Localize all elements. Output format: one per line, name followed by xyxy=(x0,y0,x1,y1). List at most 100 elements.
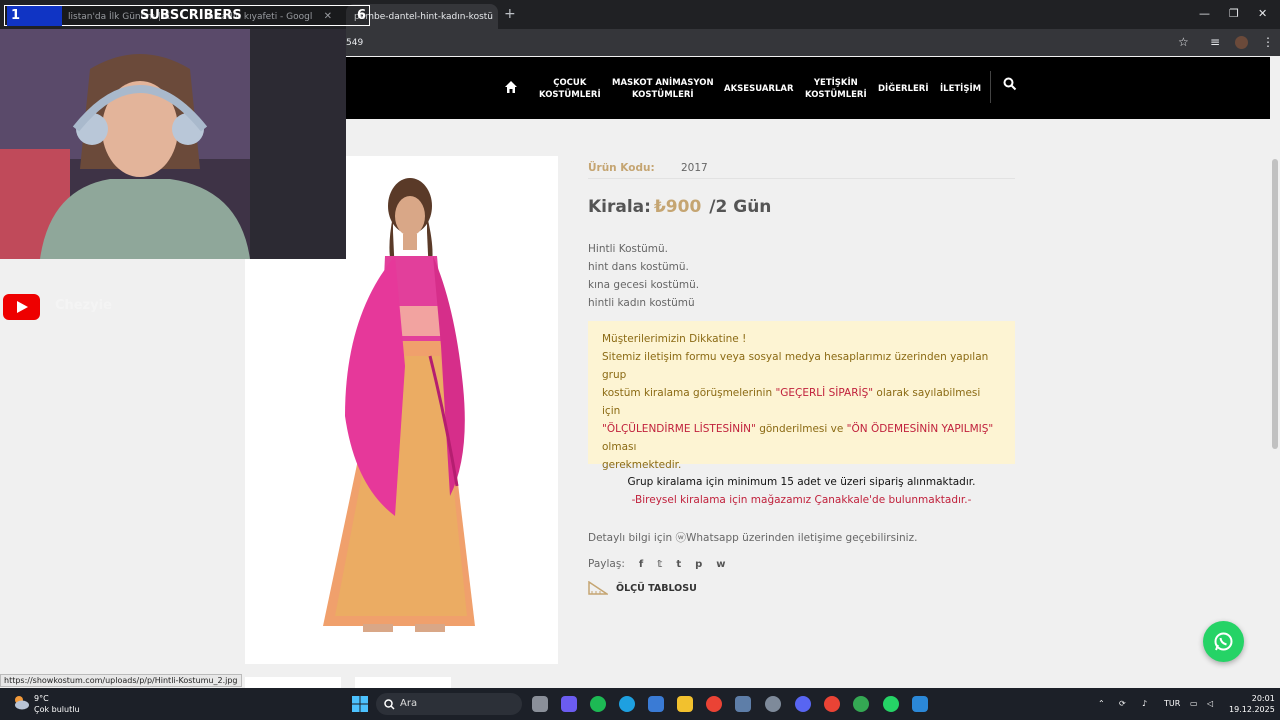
notice-highlight: "ÖLÇÜLENDİRME LİSTESİNİN" xyxy=(602,423,756,435)
app-icon[interactable] xyxy=(765,696,781,712)
language-indicator[interactable]: TUR xyxy=(1164,699,1180,708)
whatsapp-share-icon[interactable]: w xyxy=(716,559,725,570)
tab-title: pembe-dantel-hint-kadın-kostü xyxy=(354,11,493,22)
status-bar-url: https://showkostum.com/uploads/p/p/Hintl… xyxy=(0,674,242,687)
minimize-icon[interactable]: — xyxy=(1199,7,1210,20)
whatsapp-contact-text[interactable]: Detaylı bilgi için ⓦWhatsapp üzerinden i… xyxy=(588,530,917,545)
restore-icon[interactable]: ❐ xyxy=(1229,7,1239,20)
chrome-icon[interactable] xyxy=(706,696,722,712)
price-amount: ₺900 xyxy=(653,197,702,217)
notice-title: Müşterilerimizin Dikkatine ! xyxy=(602,333,747,345)
webcam-feed xyxy=(0,29,346,259)
scrollbar[interactable] xyxy=(1270,57,1280,675)
subscriber-label: SUBSCRIBERS xyxy=(140,8,242,23)
steam-icon[interactable] xyxy=(735,696,751,712)
volume-icon[interactable]: ◁ xyxy=(1207,699,1213,708)
taskbar: 9°C Çok bulutlu Ara ⌃ ⟳ ♪ TUR ▭ ◁ 20:01 … xyxy=(0,688,1280,720)
clock-date: 19.12.2025 xyxy=(1229,705,1275,714)
profile-avatar[interactable] xyxy=(1235,36,1248,49)
address-text[interactable]: 549 xyxy=(346,38,363,48)
edge-icon[interactable] xyxy=(619,696,635,712)
nav-iletisim[interactable]: İLETİŞİM xyxy=(940,83,981,95)
chrome-active-icon[interactable] xyxy=(853,696,869,712)
chrome-profile-icon[interactable] xyxy=(824,696,840,712)
whatsapp-float-button[interactable] xyxy=(1203,621,1244,662)
discord-icon[interactable] xyxy=(795,696,811,712)
windows-start-icon[interactable] xyxy=(352,696,368,712)
notice-highlight: "GEÇERLİ SİPARİŞ" xyxy=(775,387,874,399)
product-code-value: 2017 xyxy=(681,162,708,174)
new-tab-icon[interactable]: + xyxy=(504,6,516,22)
nav-divider xyxy=(990,71,991,103)
task-view-icon[interactable] xyxy=(532,696,548,712)
youtube-logo-icon xyxy=(3,294,40,320)
product-code-label: Ürün Kodu: xyxy=(588,162,655,174)
spotify-icon[interactable] xyxy=(590,696,606,712)
notice-line: "ÖLÇÜLENDİRME LİSTESİNİN" gönderilmesi v… xyxy=(602,420,1001,456)
file-explorer-icon[interactable] xyxy=(677,696,693,712)
facebook-icon[interactable]: f xyxy=(639,559,643,570)
home-icon[interactable] xyxy=(504,80,518,94)
notice-line: gerekmektedir. xyxy=(602,459,682,471)
notice-text: gönderilmesi ve xyxy=(755,423,847,435)
webcam-overlay xyxy=(0,29,346,259)
twitter-icon[interactable]: 𝕥 xyxy=(657,559,662,570)
customer-notice-box: Müşterilerimizin Dikkatine ! Sitemiz ile… xyxy=(588,321,1015,471)
subscriber-count-start: 1 xyxy=(7,6,62,26)
nav-aksesuarlar[interactable]: AKSESUARLAR xyxy=(724,83,794,95)
whatsapp-icon xyxy=(1214,632,1233,651)
notice-text: kostüm kiralama görüşmelerinin xyxy=(602,387,776,399)
site-navigation: ÇOCUK KOSTÜMLERİ MASKOT ANİMASYON KOSTÜM… xyxy=(346,57,1270,119)
price-label: Kirala: xyxy=(588,197,651,217)
individual-rental-note: -Bireysel kiralama için mağazamız Çanakk… xyxy=(631,494,972,506)
clock-time: 20:01 xyxy=(1251,694,1275,703)
tumblr-icon[interactable]: t xyxy=(676,559,681,570)
app-icon[interactable] xyxy=(912,696,928,712)
close-window-icon[interactable]: ✕ xyxy=(1258,7,1267,20)
description-line: hintli kadın kostümü xyxy=(588,297,695,309)
description-line: kına gecesi kostümü. xyxy=(588,279,700,291)
clock[interactable]: 20:01 19.12.2025 xyxy=(1229,693,1275,715)
weather-widget[interactable]: 9°C Çok bulutlu xyxy=(34,693,80,715)
subscriber-goal: 6 xyxy=(357,8,367,23)
taskbar-search[interactable]: Ara xyxy=(376,693,522,715)
network-icon[interactable]: ▭ xyxy=(1190,699,1198,708)
product-description: Hintli Kostümü. hint dans kostümü. kına … xyxy=(588,240,699,312)
share-row: Paylaş: f 𝕥 t p w xyxy=(588,558,726,570)
microphone-icon[interactable]: ♪ xyxy=(1142,699,1147,708)
menu-dots-icon[interactable]: ⋮ xyxy=(1262,35,1274,49)
size-table-link[interactable]: ÖLÇÜ TABLOSU xyxy=(588,581,697,595)
share-label: Paylaş: xyxy=(588,558,625,570)
weather-desc: Çok bulutlu xyxy=(34,705,80,714)
whatsapp-app-icon[interactable] xyxy=(883,696,899,712)
copilot-icon[interactable] xyxy=(561,696,577,712)
size-table-label[interactable]: ÖLÇÜ TABLOSU xyxy=(616,583,697,594)
tray-chevron-icon[interactable]: ⌃ xyxy=(1098,699,1105,708)
notice-highlight: "ÖN ÖDEMESİNİN YAPILMIŞ" xyxy=(846,423,994,435)
nav-digerleri[interactable]: DİĞERLERİ xyxy=(878,83,928,95)
store-icon[interactable] xyxy=(648,696,664,712)
product-code-row: Ürün Kodu: 2017 xyxy=(588,162,1015,179)
pinterest-icon[interactable]: p xyxy=(695,559,702,570)
nav-cocuk-kostumleri[interactable]: ÇOCUK KOSTÜMLERİ xyxy=(539,77,601,101)
description-line: hint dans kostümü. xyxy=(588,261,689,273)
search-placeholder: Ara xyxy=(400,698,418,709)
sync-icon[interactable]: ⟳ xyxy=(1119,699,1126,708)
nav-maskot-kostumleri[interactable]: MASKOT ANİMASYON KOSTÜMLERİ xyxy=(612,77,714,101)
notice-line: kostüm kiralama görüşmelerinin "GEÇERLİ … xyxy=(602,384,1001,420)
bookmark-star-icon[interactable]: ☆ xyxy=(1178,35,1189,49)
notice-line: Sitemiz iletişim formu veya sosyal medya… xyxy=(602,351,989,381)
notice-text: olması xyxy=(602,441,637,453)
price-row: Kirala: ₺900/2 Gün xyxy=(588,197,771,217)
weather-temp: 9°C xyxy=(34,694,49,703)
scrollbar-thumb[interactable] xyxy=(1272,159,1278,449)
ruler-icon xyxy=(588,581,608,595)
media-control-icon[interactable]: ≡ xyxy=(1210,35,1220,49)
price-period: /2 Gün xyxy=(709,197,772,217)
search-icon xyxy=(384,699,395,710)
close-tab-icon[interactable]: ✕ xyxy=(493,11,498,22)
group-rental-note: Grup kiralama için minimum 15 adet ve üz… xyxy=(627,476,976,488)
search-icon[interactable] xyxy=(1003,77,1017,91)
weather-cloud-icon[interactable] xyxy=(12,694,30,712)
nav-yetiskin-kostumleri[interactable]: YETİŞKİN KOSTÜMLERİ xyxy=(805,77,867,101)
